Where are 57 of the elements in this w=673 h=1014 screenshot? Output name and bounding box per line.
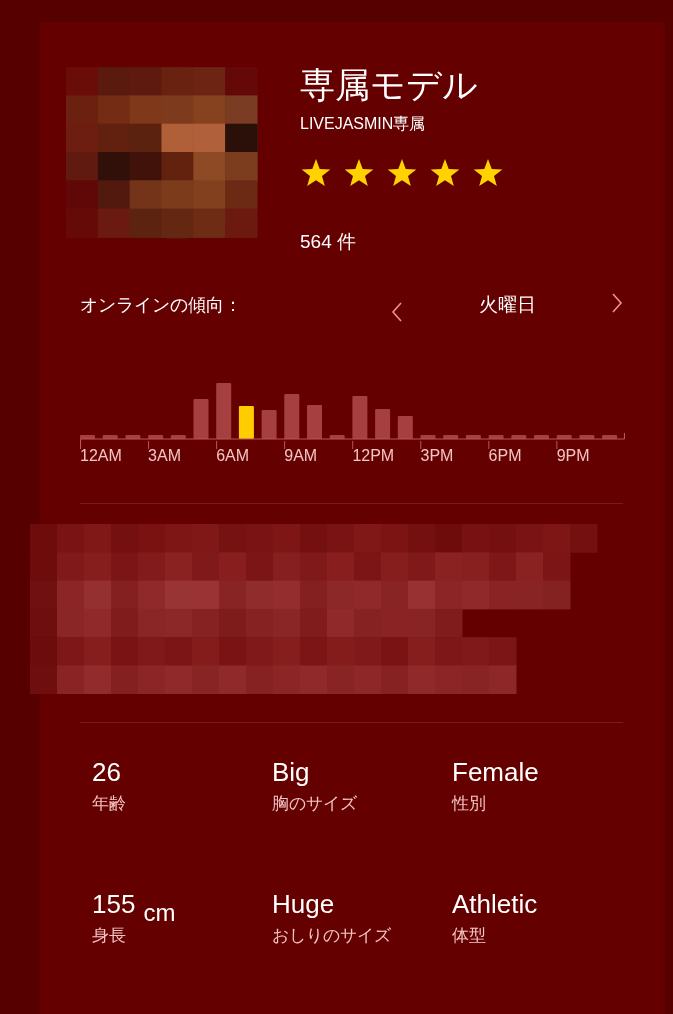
chart-bar — [465, 435, 481, 439]
stat-value: 155 — [92, 889, 136, 920]
stat-label: 胸のサイズ — [272, 792, 358, 815]
stat-unit: cm — [143, 899, 176, 927]
chart-bar — [488, 435, 504, 439]
star-icon — [343, 157, 375, 189]
axis-label: 12AM — [80, 447, 122, 465]
chart-bar — [511, 435, 527, 439]
chart-bar — [375, 409, 391, 439]
axis-label: 9PM — [556, 447, 590, 465]
axis-label: 6AM — [216, 447, 250, 465]
chart-bar — [125, 435, 141, 439]
chart-bar — [443, 435, 459, 439]
profile-title: 専属モデル — [300, 64, 479, 107]
chart-bar — [534, 435, 549, 439]
stat-label: 体型 — [452, 924, 487, 947]
chart-bar — [261, 410, 277, 439]
review-count: 564 件 — [300, 230, 357, 254]
stat-label: おしりのサイズ — [272, 924, 392, 947]
stat-value: Huge — [272, 889, 335, 920]
star-icon — [472, 157, 504, 189]
axis-label: 3AM — [148, 447, 181, 465]
chevron-right-icon[interactable] — [611, 292, 623, 314]
chart-bar — [148, 435, 164, 439]
stat-value: 26 — [92, 757, 121, 788]
star-icon — [429, 157, 461, 189]
online-trend-label: オンラインの傾向： — [80, 293, 242, 317]
stat-value: Athletic — [452, 889, 538, 920]
chart-bar — [216, 383, 232, 439]
chart-bar — [579, 435, 595, 439]
stat-value: Female — [452, 757, 539, 788]
star-icon — [386, 157, 418, 189]
stat-label: 性別 — [452, 792, 487, 815]
profile-subtitle: LIVEJASMIN専属 — [300, 114, 427, 134]
stat-value: Big — [272, 757, 310, 788]
highlighted-chart-bar — [238, 406, 254, 439]
chart-bar — [420, 435, 436, 439]
chart-bar — [352, 396, 368, 439]
chart-bar — [397, 416, 413, 439]
axis-label: 12PM — [352, 447, 395, 465]
stat-label: 年齢 — [92, 792, 127, 815]
axis-label: 9AM — [284, 447, 318, 465]
chart-bar — [284, 394, 300, 439]
star-icon — [300, 157, 332, 189]
axis-label: 3PM — [420, 447, 454, 465]
chart-bar — [170, 435, 186, 439]
chart-bar — [80, 435, 95, 439]
chevron-left-icon[interactable] — [391, 301, 403, 323]
chart-bar — [307, 405, 322, 439]
axis-label: 6PM — [488, 447, 522, 465]
chart-bar — [102, 435, 118, 439]
chart-bar — [329, 435, 345, 439]
chart-bar — [602, 435, 618, 439]
chart-bar — [556, 435, 572, 439]
stat-label: 身長 — [92, 924, 127, 947]
day-label: 火曜日 — [478, 292, 536, 317]
chart-bar — [193, 399, 209, 439]
